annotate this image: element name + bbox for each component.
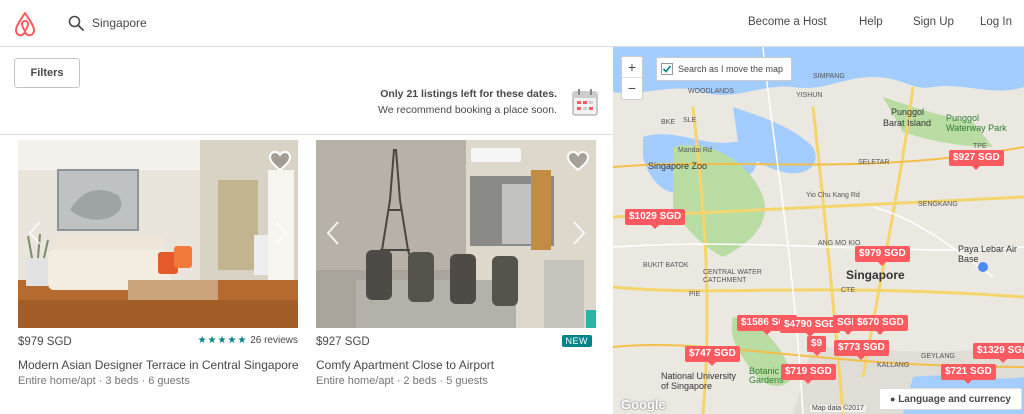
listing-price: $927 SGD — [316, 336, 370, 348]
map-panel[interactable]: SIMPANG WOODLANDS YISHUN Punggol Barat I… — [613, 47, 1024, 414]
listing-details: Entire home/apt · 2 beds · 5 guests — [316, 375, 488, 387]
price-pin[interactable]: $773 SGD — [834, 340, 889, 360]
review-count: 26 reviews — [250, 335, 298, 346]
nav-help[interactable]: Help — [859, 16, 883, 28]
scarcity-headline: Only 21 listings left for these dates. — [380, 88, 557, 100]
map-label: YISHUN — [796, 92, 823, 99]
nav-become-a-host[interactable]: Become a Host — [748, 16, 827, 28]
search-as-i-move-toggle[interactable]: Search as I move the map — [656, 57, 793, 81]
previous-photo-arrow-icon[interactable] — [28, 220, 42, 246]
map-zoom-control: + − — [621, 56, 643, 100]
listing-photo[interactable] — [18, 140, 298, 328]
next-photo-arrow-icon[interactable] — [274, 220, 288, 246]
map-label: Singapore Zoo — [648, 161, 708, 171]
map-label: PIE — [689, 291, 701, 298]
listing-title[interactable]: Modern Asian Designer Terrace in Central… — [18, 358, 299, 372]
map-label: Punggol Waterway Park — [946, 113, 1007, 133]
price-pin[interactable]: $4790 SGD — [780, 317, 841, 337]
map-label: SIMPANG — [813, 73, 845, 80]
map-label: WOODLANDS — [688, 88, 734, 95]
nav-log-in[interactable]: Log In — [980, 16, 1012, 28]
map-label: Singapore — [846, 268, 905, 282]
filters-bar: Filters Only 21 listings left for these … — [0, 47, 613, 135]
language-button-label: Language and currency — [898, 394, 1011, 405]
map-label: KALLANG — [877, 362, 910, 369]
new-listing-badge: NEW — [561, 335, 592, 347]
listing-price: $979 SGD — [18, 336, 72, 348]
price-pin[interactable]: $1029 SGD — [625, 209, 686, 229]
nav-sign-up[interactable]: Sign Up — [913, 16, 954, 28]
search-icon — [68, 15, 84, 31]
price-pin[interactable]: $9 — [807, 336, 827, 356]
map-attribution[interactable]: Map data ©2017 — [810, 405, 866, 412]
zoom-out-button[interactable]: − — [622, 78, 642, 99]
price-pin[interactable]: $1329 SGD — [973, 343, 1024, 363]
map-label: SLE — [683, 117, 697, 124]
top-navigation-bar: Become a Host Help Sign Up Log In — [0, 0, 1024, 47]
map-label: CENTRAL WATER CATCHMENT — [703, 269, 762, 284]
map-label: ANG MO KIO — [818, 240, 861, 247]
search-toggle-label: Search as I move the map — [678, 64, 784, 74]
price-pin[interactable]: $927 SGD — [949, 150, 1004, 170]
listing-card[interactable]: $927 SGD NEW Comfy Apartment Close to Ai… — [316, 140, 596, 387]
listing-card[interactable]: $979 SGD ★★★★★ 26 reviews Modern Asian D… — [18, 140, 299, 387]
dining-room-photo — [316, 140, 596, 328]
map-label: CTE — [841, 287, 855, 294]
price-pin[interactable]: $747 SGD — [685, 346, 740, 366]
map-label: GEYLANG — [921, 353, 955, 360]
map-label: Barat Island — [883, 118, 932, 128]
map-label: SELETAR — [858, 159, 890, 166]
next-photo-arrow-icon[interactable] — [572, 220, 586, 246]
map-label: Yio Chu Kang Rd — [806, 192, 860, 199]
map-label: Punggol — [891, 107, 925, 117]
calendar-icon — [572, 89, 598, 116]
listing-details: Entire home/apt · 3 beds · 6 guests — [18, 375, 190, 387]
map-background — [613, 47, 1024, 414]
map-label: BKE — [661, 119, 676, 126]
filters-button[interactable]: Filters — [14, 58, 80, 88]
scarcity-subline: We recommend booking a place soon. — [378, 104, 557, 116]
language-and-currency-button[interactable]: ● Language and currency — [878, 388, 1022, 410]
listing-title[interactable]: Comfy Apartment Close to Airport — [316, 358, 494, 372]
living-room-photo — [18, 140, 298, 328]
listing-photo[interactable] — [316, 140, 596, 328]
save-to-wishlist-heart-icon[interactable] — [268, 150, 292, 172]
previous-photo-arrow-icon[interactable] — [326, 220, 340, 246]
price-pin[interactable]: $670 SGD — [853, 315, 908, 335]
price-pin[interactable]: $721 SGD — [941, 364, 996, 384]
map-label: BUKIT BATOK — [643, 262, 689, 269]
save-to-wishlist-heart-icon[interactable] — [566, 150, 590, 172]
map-label: National University of Singapore — [661, 371, 737, 391]
checkbox-checked-icon[interactable] — [661, 63, 673, 75]
airbnb-logo-icon[interactable] — [12, 10, 38, 38]
map-label: SENGKANG — [918, 201, 958, 208]
map-label: TPE — [973, 143, 987, 150]
price-pin[interactable]: $719 SGD — [781, 364, 836, 384]
location-search-input[interactable] — [92, 16, 392, 30]
map-label: Mandai Rd — [678, 147, 712, 154]
google-logo: Google — [621, 397, 666, 412]
location-pin-icon: ● — [889, 394, 896, 404]
map-label: Paya Lebar Air Base — [958, 244, 1018, 264]
price-pin[interactable]: $979 SGD — [855, 246, 910, 266]
zoom-in-button[interactable]: + — [622, 57, 642, 78]
rating-stars-icon: ★★★★★ — [197, 335, 248, 346]
scarcity-message: Only 21 listings left for these dates. W… — [378, 86, 557, 118]
listing-rating: ★★★★★ 26 reviews — [198, 335, 298, 346]
